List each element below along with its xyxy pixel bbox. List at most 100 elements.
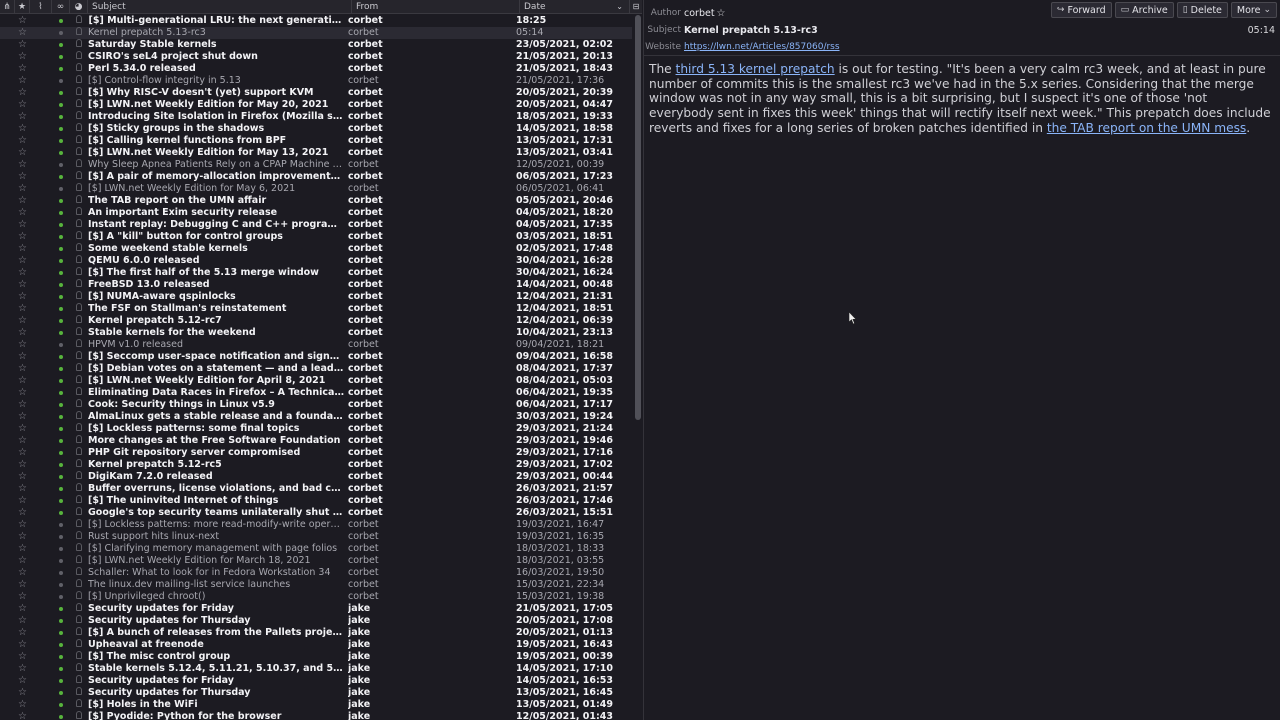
message-row[interactable]: ☆ [$] Sticky groups in the shadows corbet 1… [0, 123, 632, 135]
read-status-dot[interactable] [52, 339, 70, 351]
junk-icon[interactable] [70, 543, 88, 555]
read-status-dot[interactable] [52, 411, 70, 423]
message-row[interactable]: ☆ [$] LWN.net Weekly Edition for April 8,… [0, 375, 632, 387]
star-icon[interactable]: ☆ [15, 195, 30, 207]
message-row[interactable]: ☆ Why Sleep Apnea Patients Rely on a CPAP… [0, 159, 632, 171]
read-status-dot[interactable] [52, 663, 70, 675]
message-row[interactable]: ☆ [$] Clarifying memory management with p… [0, 543, 632, 555]
junk-icon[interactable] [70, 291, 88, 303]
read-status-dot[interactable] [52, 231, 70, 243]
read-status-dot[interactable] [52, 399, 70, 411]
message-row[interactable]: ☆ QEMU 6.0.0 released corbet 30/04/2021, 16… [0, 255, 632, 267]
read-status-dot[interactable] [52, 219, 70, 231]
read-status-dot[interactable] [52, 627, 70, 639]
star-icon[interactable]: ☆ [15, 651, 30, 663]
star-icon[interactable]: ☆ [15, 615, 30, 627]
read-status-dot[interactable] [52, 531, 70, 543]
message-row[interactable]: ☆ FreeBSD 13.0 released corbet 14/04/2021, … [0, 279, 632, 291]
message-row[interactable]: ☆ Kernel prepatch 5.12-rc7 corbet 12/04/202… [0, 315, 632, 327]
junk-icon[interactable] [70, 663, 88, 675]
junk-icon[interactable] [70, 459, 88, 471]
star-icon[interactable]: ☆ [15, 255, 30, 267]
read-status-dot[interactable] [52, 111, 70, 123]
junk-icon[interactable] [70, 111, 88, 123]
more-button[interactable]: More ⌄ [1230, 2, 1277, 18]
star-icon[interactable]: ☆ [15, 63, 30, 75]
junk-icon[interactable] [70, 207, 88, 219]
read-status-dot[interactable] [52, 15, 70, 27]
message-row[interactable]: ☆ [$] The misc control group jake 19/05/202… [0, 651, 632, 663]
star-icon[interactable]: ☆ [15, 147, 30, 159]
prepatch-link[interactable]: third 5.13 kernel prepatch [676, 62, 835, 76]
message-row[interactable]: ☆ [$] A pair of memory-allocation improve… [0, 171, 632, 183]
read-status-dot[interactable] [52, 375, 70, 387]
junk-icon[interactable] [70, 423, 88, 435]
read-status-dot[interactable] [52, 543, 70, 555]
junk-icon[interactable] [70, 579, 88, 591]
junk-icon[interactable] [70, 627, 88, 639]
message-row[interactable]: ☆ CSIRO's seL4 project shut down corbet 21/… [0, 51, 632, 63]
read-status-dot[interactable] [52, 675, 70, 687]
star-icon[interactable]: ☆ [15, 387, 30, 399]
star-icon[interactable]: ☆ [15, 231, 30, 243]
star-icon[interactable]: ☆ [15, 339, 30, 351]
star-icon[interactable]: ☆ [15, 39, 30, 51]
star-icon[interactable]: ☆ [15, 279, 30, 291]
star-icon[interactable]: ☆ [15, 447, 30, 459]
read-status-dot[interactable] [52, 639, 70, 651]
message-row[interactable]: ☆ HPVM v1.0 released corbet 09/04/2021, 18:… [0, 339, 632, 351]
from-column-header[interactable]: From [352, 0, 520, 14]
message-row[interactable]: ☆ AlmaLinux gets a stable release and a f… [0, 411, 632, 423]
junk-icon[interactable] [70, 243, 88, 255]
read-status-dot[interactable] [52, 579, 70, 591]
star-icon[interactable]: ☆ [15, 375, 30, 387]
read-status-dot[interactable] [52, 507, 70, 519]
read-status-dot[interactable] [52, 567, 70, 579]
read-status-dot[interactable] [52, 159, 70, 171]
star-icon[interactable]: ☆ [15, 591, 30, 603]
junk-icon[interactable] [70, 711, 88, 720]
message-row[interactable]: ☆ [$] The uninvited Internet of things cor… [0, 495, 632, 507]
junk-icon[interactable] [70, 327, 88, 339]
read-status-dot[interactable] [52, 99, 70, 111]
star-icon[interactable]: ☆ [15, 507, 30, 519]
message-row[interactable]: ☆ ✸[$] Multi-generational LRU: the next g… [0, 15, 632, 27]
read-status-dot[interactable] [52, 519, 70, 531]
junk-icon[interactable] [70, 87, 88, 99]
star-icon[interactable]: ☆ [15, 15, 30, 27]
message-row[interactable]: ☆ Security updates for Thursday jake 20/05/… [0, 615, 632, 627]
tab-report-link[interactable]: the TAB report on the UMN mess [1047, 121, 1246, 135]
star-icon[interactable]: ☆ [717, 8, 726, 19]
message-row[interactable]: ☆ Rust support hits linux-next corbet 19/03… [0, 531, 632, 543]
read-status-dot[interactable] [52, 363, 70, 375]
junk-icon[interactable] [70, 495, 88, 507]
star-icon[interactable]: ☆ [15, 99, 30, 111]
junk-icon[interactable] [70, 435, 88, 447]
junk-icon[interactable] [70, 51, 88, 63]
read-status-dot[interactable] [52, 447, 70, 459]
message-row[interactable]: ☆ Upheaval at freenode jake 19/05/2021, 16:… [0, 639, 632, 651]
read-status-dot[interactable] [52, 651, 70, 663]
date-column-header[interactable]: Date ⌄ [520, 0, 630, 14]
junk-icon[interactable] [70, 639, 88, 651]
star-icon[interactable]: ☆ [15, 315, 30, 327]
junk-icon[interactable] [70, 555, 88, 567]
star-icon[interactable]: ☆ [15, 663, 30, 675]
junk-icon[interactable] [70, 15, 88, 27]
message-row[interactable]: ☆ Kernel prepatch 5.12-rc5 corbet 29/03/202… [0, 459, 632, 471]
star-icon[interactable]: ☆ [15, 543, 30, 555]
website-link[interactable]: https://lwn.net/Articles/857060/rss [684, 42, 840, 52]
subject-column-header[interactable]: Subject [88, 0, 352, 14]
message-row[interactable]: ☆ Google's top security teams unilaterall… [0, 507, 632, 519]
star-icon[interactable]: ☆ [15, 219, 30, 231]
message-row[interactable]: ☆ More changes at the Free Software Found… [0, 435, 632, 447]
read-status-dot[interactable] [52, 27, 70, 39]
junk-icon[interactable] [70, 519, 88, 531]
junk-icon[interactable] [70, 351, 88, 363]
scrollbar-thumb[interactable] [635, 15, 641, 420]
message-row[interactable]: ☆ Security updates for Friday jake 21/05/20… [0, 603, 632, 615]
star-icon[interactable]: ☆ [15, 267, 30, 279]
read-status-dot[interactable] [52, 435, 70, 447]
junk-icon[interactable] [70, 195, 88, 207]
junk-icon[interactable] [70, 483, 88, 495]
